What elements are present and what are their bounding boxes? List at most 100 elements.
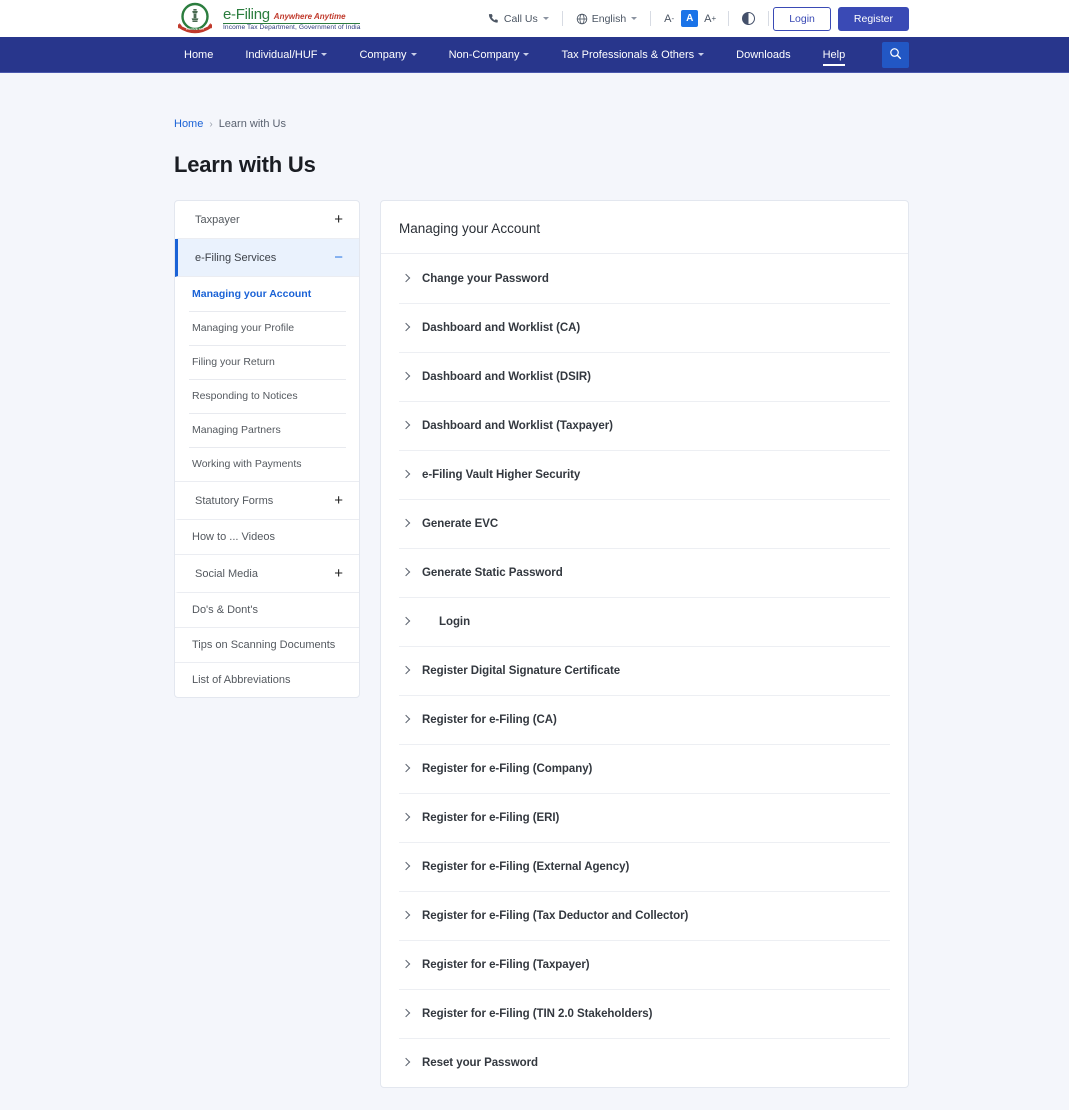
language-selector[interactable]: English [567, 13, 646, 25]
nav-label: Downloads [736, 49, 790, 61]
chevron-down-icon [543, 17, 549, 20]
divider [562, 11, 563, 26]
accordion-item-register-digital-signature-certificate[interactable]: Register Digital Signature Certificate [381, 646, 908, 695]
divider [650, 11, 651, 26]
accordion-label: Generate Static Password [422, 567, 563, 579]
contrast-toggle[interactable] [733, 12, 764, 25]
brand-name: e-Filing [223, 7, 270, 22]
chevron-right-icon [402, 813, 411, 822]
accordion-item-register-for-efiling-company[interactable]: Register for e-Filing (Company) [381, 744, 908, 793]
login-button[interactable]: Login [773, 7, 831, 31]
sidebar-item-list-of-abbreviations[interactable]: List of Abbreviations [175, 663, 359, 697]
sidebar-item-tips-on-scanning-documents[interactable]: Tips on Scanning Documents [175, 628, 359, 663]
nav-item-tax-professionals-others[interactable]: Tax Professionals & Others [545, 37, 720, 73]
sidebar-item-responding-to-notices[interactable]: Responding to Notices [175, 379, 359, 413]
sidebar-group-taxpayer[interactable]: Taxpayer + [175, 201, 359, 239]
call-us-button[interactable]: Call Us [479, 13, 558, 25]
sidebar-group-statutory-forms[interactable]: Statutory Forms + [175, 482, 359, 520]
nav-label: Home [184, 49, 213, 61]
sidebar-group-label: Taxpayer [195, 214, 240, 226]
contrast-icon [742, 12, 755, 25]
call-us-label: Call Us [504, 13, 538, 25]
accordion-item-efiling-vault-higher-security[interactable]: e-Filing Vault Higher Security [381, 450, 908, 499]
nav-item-home[interactable]: Home [172, 37, 229, 73]
sidebar-item-how-to-videos[interactable]: How to ... Videos [175, 520, 359, 555]
sidebar-item-filing-your-return[interactable]: Filing your Return [175, 345, 359, 379]
font-normal-button[interactable]: A [681, 10, 698, 27]
divider [728, 11, 729, 26]
accordion-item-generate-evc[interactable]: Generate EVC [381, 499, 908, 548]
chevron-down-icon [631, 17, 637, 20]
accordion-label: Dashboard and Worklist (CA) [422, 322, 580, 334]
accordion-label: Register for e-Filing (CA) [422, 714, 557, 726]
search-icon [889, 47, 902, 63]
accordion-item-change-your-password[interactable]: Change your Password [381, 254, 908, 303]
sidebar-group-efiling-services[interactable]: e-Filing Services − [175, 239, 359, 277]
sidebar-group-label: Statutory Forms [195, 495, 273, 507]
accordion-label: Reset your Password [422, 1057, 538, 1069]
sidebar-item-dos-and-donts[interactable]: Do's & Dont's [175, 593, 359, 628]
sidebar-group-label: Social Media [195, 568, 258, 580]
nav-label: Tax Professionals & Others [561, 49, 694, 61]
font-normal-label: A [686, 13, 693, 24]
accordion-item-register-for-efiling-tin-2-0-stakeholders[interactable]: Register for e-Filing (TIN 2.0 Stakehold… [381, 989, 908, 1038]
india-emblem-icon: INCOME TAX [174, 2, 216, 36]
accordion-item-login[interactable]: Login [381, 597, 908, 646]
svg-text:INCOME TAX: INCOME TAX [186, 27, 204, 31]
content-area: Taxpayer + e-Filing Services − Managing … [160, 200, 909, 1088]
font-increase-label: A [704, 13, 711, 25]
accordion-label: Register for e-Filing (TIN 2.0 Stakehold… [422, 1008, 652, 1020]
page-body: Home › Learn with Us Learn with Us Taxpa… [0, 73, 1069, 1088]
font-increase-sup: + [712, 14, 717, 23]
accordion-item-dashboard-and-worklist-dsir[interactable]: Dashboard and Worklist (DSIR) [381, 352, 908, 401]
chevron-right-icon [402, 519, 411, 528]
font-increase-button[interactable]: A+ [700, 10, 720, 28]
chevron-right-icon [402, 617, 411, 626]
nav-item-downloads[interactable]: Downloads [720, 37, 806, 73]
nav-item-individual-huf[interactable]: Individual/HUF [229, 37, 343, 73]
chevron-right-icon [402, 323, 411, 332]
chevron-right-icon [402, 372, 411, 381]
sidebar-item-managing-partners[interactable]: Managing Partners [175, 413, 359, 447]
accordion-label: Register for e-Filing (External Agency) [422, 861, 629, 873]
accordion-label: e-Filing Vault Higher Security [422, 469, 580, 481]
sidebar-navigation: Taxpayer + e-Filing Services − Managing … [174, 200, 360, 698]
search-button[interactable] [882, 42, 909, 68]
breadcrumb-home-link[interactable]: Home [174, 118, 203, 130]
accordion-item-reset-your-password[interactable]: Reset your Password [381, 1038, 908, 1087]
divider [768, 11, 769, 26]
site-logo[interactable]: INCOME TAX e-Filing Anywhere Anytime Inc… [174, 2, 360, 36]
accordion-item-dashboard-and-worklist-taxpayer[interactable]: Dashboard and Worklist (Taxpayer) [381, 401, 908, 450]
brand-tagline: Anywhere Anytime [274, 13, 346, 21]
register-button[interactable]: Register [838, 7, 909, 31]
sidebar-subitems: Managing your Account Managing your Prof… [175, 277, 359, 482]
chevron-right-icon [402, 764, 411, 773]
accordion-label: Register for e-Filing (ERI) [422, 812, 559, 824]
sidebar-item-working-with-payments[interactable]: Working with Payments [175, 447, 359, 481]
accordion-item-register-for-efiling-eri[interactable]: Register for e-Filing (ERI) [381, 793, 908, 842]
accordion-item-register-for-efiling-tax-deductor-and-collector[interactable]: Register for e-Filing (Tax Deductor and … [381, 891, 908, 940]
nav-label: Help [823, 49, 846, 61]
sidebar-group-social-media[interactable]: Social Media + [175, 555, 359, 593]
accordion-item-register-for-efiling-ca[interactable]: Register for e-Filing (CA) [381, 695, 908, 744]
sidebar-item-managing-your-account[interactable]: Managing your Account [175, 277, 359, 311]
chevron-right-icon [402, 568, 411, 577]
chevron-right-icon [402, 421, 411, 430]
nav-item-help[interactable]: Help [807, 37, 862, 73]
accordion-item-generate-static-password[interactable]: Generate Static Password [381, 548, 908, 597]
accordion-item-register-for-efiling-taxpayer[interactable]: Register for e-Filing (Taxpayer) [381, 940, 908, 989]
breadcrumb-separator-icon: › [209, 119, 212, 130]
nav-item-non-company[interactable]: Non-Company [433, 37, 546, 73]
nav-label: Individual/HUF [245, 49, 317, 61]
chevron-right-icon [402, 1058, 411, 1067]
accordion-item-dashboard-and-worklist-ca[interactable]: Dashboard and Worklist (CA) [381, 303, 908, 352]
nav-item-company[interactable]: Company [343, 37, 432, 73]
accordion-label: Register for e-Filing (Taxpayer) [422, 959, 590, 971]
font-decrease-button[interactable]: A- [659, 10, 679, 28]
nav-label: Company [359, 49, 406, 61]
accordion-item-register-for-efiling-external-agency[interactable]: Register for e-Filing (External Agency) [381, 842, 908, 891]
accordion-label: Change your Password [422, 273, 549, 285]
header-utility-bar: Call Us English A- A A+ [479, 0, 909, 37]
sidebar-item-managing-your-profile[interactable]: Managing your Profile [175, 311, 359, 345]
accordion-label: Generate EVC [422, 518, 498, 530]
